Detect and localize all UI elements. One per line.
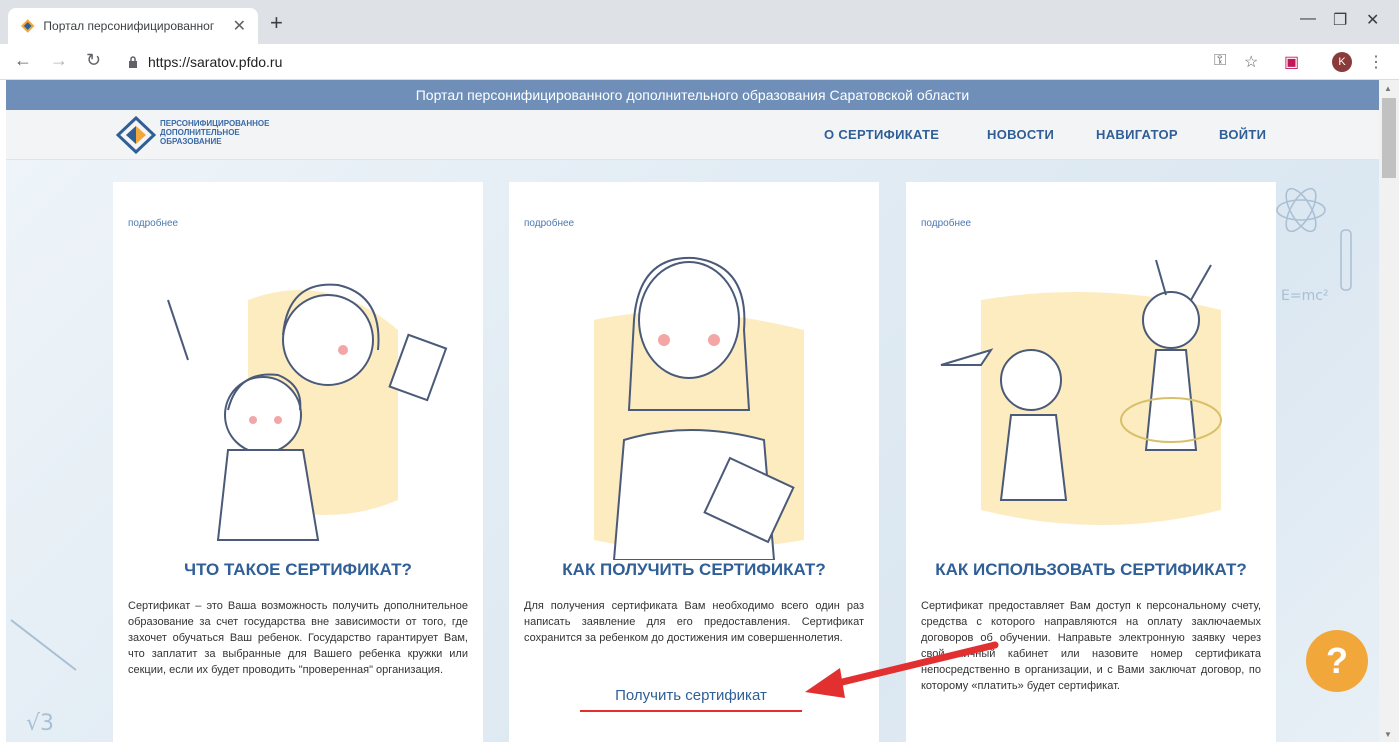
card-title: КАК ПОЛУЧИТЬ СЕРТИФИКАТ? bbox=[562, 560, 826, 579]
scroll-thumb[interactable] bbox=[1382, 98, 1396, 178]
mother-child-illustration-icon bbox=[167, 283, 448, 541]
nav-news[interactable]: НОВОСТИ bbox=[987, 127, 1054, 142]
key-icon[interactable]: ⚿ bbox=[1214, 52, 1226, 70]
close-tab-icon[interactable]: ✕ bbox=[233, 16, 246, 36]
tab-title: Портал персонифицированног bbox=[43, 19, 215, 33]
get-certificate-link[interactable]: Получить сертификат bbox=[580, 686, 802, 712]
nav-navigator[interactable]: НАВИГАТОР bbox=[1096, 127, 1178, 142]
science-doodles-icon: E=mc² bbox=[1276, 187, 1352, 304]
new-tab-icon[interactable]: + bbox=[270, 12, 283, 34]
browser-toolbar: ← → ↻ https://saratov.pfdo.ru ⚿ ☆ ▣ K ⋮ bbox=[0, 44, 1399, 80]
more-link[interactable]: подробнее bbox=[921, 218, 971, 229]
card-text: Сертификат – это Ваша возможность получи… bbox=[128, 600, 468, 676]
card-text: Для получения сертификата Вам необходимо… bbox=[524, 600, 864, 644]
extension-icon[interactable]: ▣ bbox=[1284, 52, 1299, 72]
help-button[interactable]: ? bbox=[1306, 630, 1368, 692]
forward-icon[interactable]: → bbox=[50, 50, 68, 71]
bookmark-star-icon[interactable]: ☆ bbox=[1244, 52, 1258, 72]
page-scrollbar[interactable]: ▲ ▼ bbox=[1379, 80, 1399, 742]
minimize-icon[interactable]: — bbox=[1300, 10, 1316, 28]
browser-tabstrip: Портал персонифицированног ✕ + — ❐ ✕ bbox=[0, 0, 1399, 44]
restore-icon[interactable]: ❐ bbox=[1333, 10, 1347, 30]
annotation-arrow-icon bbox=[805, 641, 999, 698]
logo-mark-icon bbox=[116, 116, 156, 154]
svg-text:√3: √3 bbox=[26, 711, 54, 736]
site-banner: Портал персонифицированного дополнительн… bbox=[6, 80, 1379, 110]
more-link[interactable]: подробнее bbox=[128, 218, 178, 229]
children-activities-illustration-icon bbox=[940, 259, 1222, 525]
more-link[interactable]: подробнее bbox=[524, 218, 574, 229]
scroll-up-icon[interactable]: ▲ bbox=[1384, 84, 1392, 93]
card-title: ЧТО ТАКОЕ СЕРТИФИКАТ? bbox=[184, 560, 412, 579]
browser-tab[interactable]: Портал персонифицированног ✕ bbox=[8, 8, 258, 44]
site-favicon-icon bbox=[20, 19, 35, 33]
woman-signing-illustration-icon bbox=[594, 256, 804, 560]
card-title: КАК ИСПОЛЬЗОВАТЬ СЕРТИФИКАТ? bbox=[935, 560, 1247, 579]
back-icon[interactable]: ← bbox=[14, 50, 32, 71]
svg-text:E=mc²: E=mc² bbox=[1281, 288, 1329, 304]
profile-avatar[interactable]: K bbox=[1332, 52, 1352, 72]
card-what-is-certificate: подробнее ЧТО ТАКОЕ СЕРТИФИКАТ? Сертифик… bbox=[113, 182, 483, 742]
menu-icon[interactable]: ⋮ bbox=[1368, 52, 1384, 72]
address-bar[interactable]: https://saratov.pfdo.ru bbox=[148, 54, 282, 70]
logo-text: ПЕРСОНИФИЦИРОВАННОЕ ДОПОЛНИТЕЛЬНОЕ ОБРАЗ… bbox=[160, 119, 270, 146]
pencil-doodles-icon: √3 bbox=[10, 619, 77, 736]
site-logo[interactable]: ПЕРСОНИФИЦИРОВАННОЕ ДОПОЛНИТЕЛЬНОЕ ОБРАЗ… bbox=[116, 116, 316, 156]
nav-about-certificate[interactable]: О СЕРТИФИКАТЕ bbox=[824, 127, 939, 142]
close-window-icon[interactable]: ✕ bbox=[1366, 10, 1379, 30]
site-nav: ПЕРСОНИФИЦИРОВАННОЕ ДОПОЛНИТЕЛЬНОЕ ОБРАЗ… bbox=[6, 110, 1379, 160]
nav-login[interactable]: ВОЙТИ bbox=[1219, 127, 1266, 142]
lock-icon bbox=[129, 56, 137, 68]
reload-icon[interactable]: ↻ bbox=[86, 50, 101, 71]
scroll-down-icon[interactable]: ▼ bbox=[1384, 730, 1392, 739]
